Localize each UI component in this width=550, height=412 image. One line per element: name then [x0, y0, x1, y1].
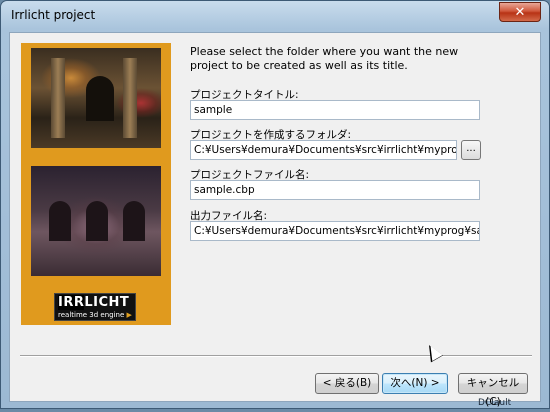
wizard-side-panel: IRRLICHT realtime 3d engine ▶: [21, 43, 171, 325]
next-button[interactable]: 次へ(N) >: [382, 373, 448, 394]
close-icon: ✕: [514, 4, 526, 20]
folder-input[interactable]: C:¥Users¥demura¥Documents¥src¥irrlicht¥m…: [190, 140, 457, 160]
logo-subtitle: realtime 3d engine: [58, 311, 125, 319]
logo-text-licht: LICHT: [84, 295, 130, 310]
output-file-input[interactable]: C:¥Users¥demura¥Documents¥src¥irrlicht¥m…: [190, 221, 480, 241]
engine-screenshot-2: [31, 166, 161, 276]
dialog-body: IRRLICHT realtime 3d engine ▶ Please sel…: [9, 32, 541, 408]
logo-text-irr: IRR: [58, 295, 85, 310]
project-file-input[interactable]: sample.cbp: [190, 180, 480, 200]
cancel-button[interactable]: キャンセル(C): [458, 373, 528, 408]
browse-button[interactable]: ...: [461, 140, 481, 160]
background-text: DCIault: [478, 398, 512, 408]
back-button[interactable]: < 戻る(B): [315, 373, 379, 394]
title-bar[interactable]: Irrlicht project ✕: [1, 1, 549, 31]
window-title: Irrlicht project: [11, 8, 96, 22]
irrlicht-logo: IRRLICHT realtime 3d engine ▶: [54, 293, 136, 321]
engine-screenshot-1: [31, 48, 161, 148]
project-title-input[interactable]: sample: [190, 100, 480, 120]
intro-text: Please select the folder where you want …: [190, 45, 459, 72]
button-separator: [20, 355, 532, 357]
dialog-window: Irrlicht project ✕ IRRLICHT realtime 3d …: [0, 0, 550, 409]
logo-arrow-icon: ▶: [126, 311, 132, 319]
close-button[interactable]: ✕: [499, 2, 541, 22]
